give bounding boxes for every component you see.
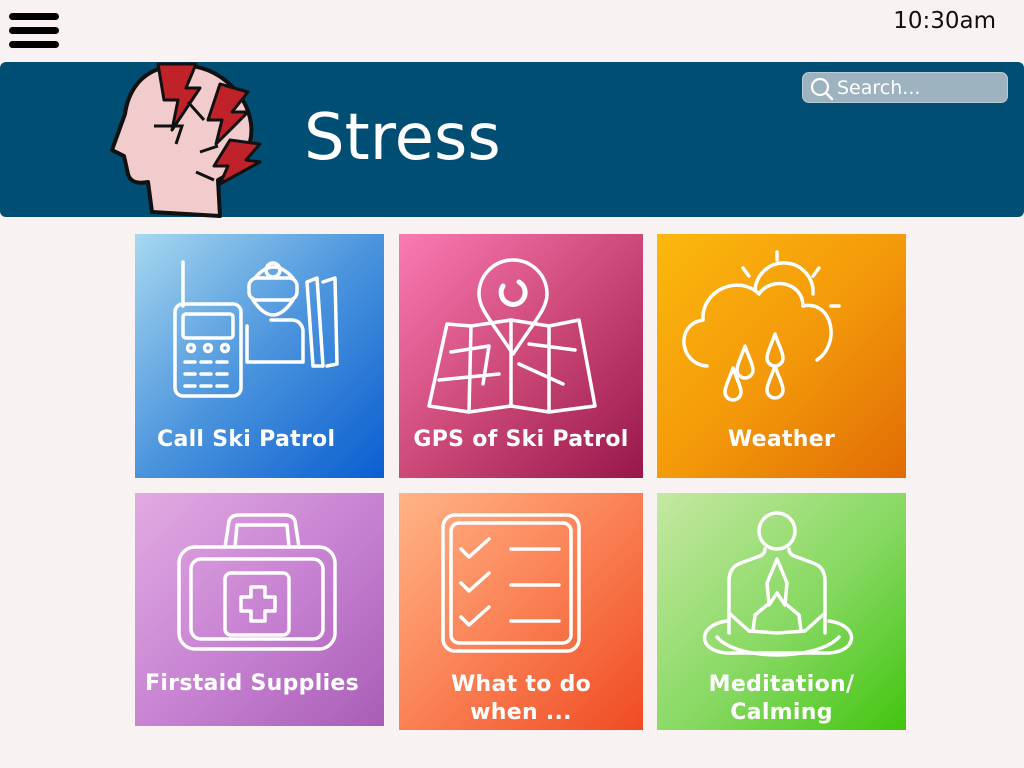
tile-label: Call Ski Patrol xyxy=(157,427,336,452)
tile-what-to-do-when[interactable]: What to do when ... xyxy=(399,493,643,730)
header-banner: Stress xyxy=(0,62,1024,218)
menu-bar xyxy=(9,27,59,34)
tile-call-ski-patrol[interactable]: Call Ski Patrol xyxy=(135,234,384,478)
tile-label-line1: Meditation/ xyxy=(708,672,855,697)
search-input[interactable] xyxy=(837,76,1002,99)
page-title: Stress xyxy=(304,101,501,175)
tile-label-line2: Calming xyxy=(730,700,833,725)
clock: 10:30am xyxy=(893,8,996,34)
tile-gps-ski-patrol[interactable]: GPS of Ski Patrol xyxy=(399,234,643,478)
menu-bar xyxy=(9,13,59,20)
tile-label-line1: What to do xyxy=(450,672,592,697)
tile-label-line2: when ... xyxy=(470,700,572,725)
tile-weather[interactable]: Weather xyxy=(657,234,906,478)
tile-firstaid-supplies[interactable]: Firstaid Supplies xyxy=(135,493,384,726)
search-icon xyxy=(810,77,834,101)
menu-button[interactable] xyxy=(9,12,59,50)
tile-label: Weather xyxy=(727,427,836,452)
tile-label: Firstaid Supplies xyxy=(145,671,360,696)
stressed-head-icon xyxy=(110,62,262,218)
search-box[interactable] xyxy=(802,72,1008,103)
tile-meditation-calming[interactable]: Meditation/ Calming xyxy=(657,493,906,730)
tile-label: GPS of Ski Patrol xyxy=(413,427,629,452)
menu-bar xyxy=(9,41,59,48)
